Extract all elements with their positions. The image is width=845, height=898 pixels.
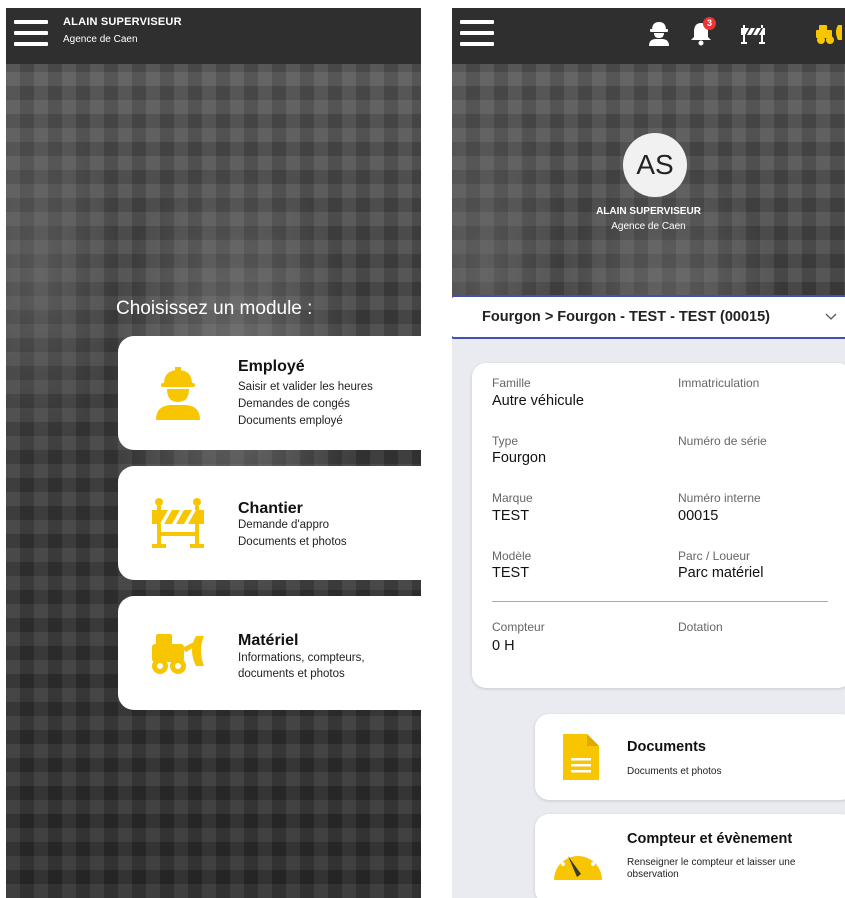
module-chooser-screen: ALAIN SUPERVISEUR Agence de Caen Choisis… xyxy=(6,8,421,898)
menu-icon[interactable] xyxy=(460,20,494,46)
field-label-marque: Marque xyxy=(492,491,533,505)
field-label-modele: Modèle xyxy=(492,549,532,563)
field-label-numero-serie: Numéro de série xyxy=(678,434,767,448)
field-label-parc-loueur: Parc / Loueur xyxy=(678,549,751,563)
action-subtitle: Renseigner le compteur et laisser une ob… xyxy=(627,857,796,880)
vehicle-select[interactable]: Fourgon > Fourgon - TEST - TEST (00015) xyxy=(452,295,845,339)
vehicle-info-card: Famille Autre véhicule Immatriculation T… xyxy=(472,363,845,688)
app-header: ALAIN SUPERVISEUR Agence de Caen xyxy=(6,8,421,64)
vehicle-detail-screen: 3 AS ALAIN SUPERVISEUR Agence de Caen Fo… xyxy=(452,8,845,898)
gauge-icon xyxy=(554,844,602,880)
field-label-numero-interne: Numéro interne xyxy=(678,491,761,505)
barrier-icon[interactable] xyxy=(740,20,766,46)
module-card-chantier[interactable]: Chantier Demande d'appro Documents et ph… xyxy=(118,466,421,580)
module-card-employe[interactable]: Employé Saisir et valider les heures Dem… xyxy=(118,336,421,450)
field-label-famille: Famille xyxy=(492,376,531,390)
field-label-immatriculation: Immatriculation xyxy=(678,376,760,390)
field-value-marque: TEST xyxy=(492,508,530,524)
module-heading: Choisissez un module : xyxy=(116,298,313,319)
module-title: Matériel xyxy=(238,632,299,649)
field-value-modele: TEST xyxy=(492,565,530,581)
module-description-line: Documents employé xyxy=(238,415,343,427)
module-description-line: Saisir et valider les heures xyxy=(238,381,373,393)
user-name: ALAIN SUPERVISEUR xyxy=(63,16,182,28)
notification-badge: 3 xyxy=(703,17,716,30)
loader-icon xyxy=(152,634,204,674)
module-card-materiel[interactable]: Matériel Informations, compteurs, docume… xyxy=(118,596,421,710)
module-title: Chantier xyxy=(238,500,303,517)
module-description-line: Documents et photos xyxy=(238,536,347,548)
user-agency: Agence de Caen xyxy=(63,34,138,45)
action-title: Documents xyxy=(627,739,706,755)
field-label-dotation: Dotation xyxy=(678,620,723,634)
loader-icon[interactable] xyxy=(816,20,842,46)
module-description-line: documents et photos xyxy=(238,668,345,680)
compteur-button[interactable]: Compteur et évènement Renseigner le comp… xyxy=(535,814,845,898)
field-value-compteur: 0 H xyxy=(492,638,515,654)
worker-icon[interactable] xyxy=(646,20,672,46)
document-icon xyxy=(563,734,599,780)
field-value-parc-loueur: Parc matériel xyxy=(678,565,764,581)
field-value-type: Fourgon xyxy=(492,450,547,466)
field-value-numero-interne: 00015 xyxy=(678,508,719,524)
field-value-famille: Autre véhicule xyxy=(492,393,584,409)
module-description-line: Demandes de congés xyxy=(238,398,350,410)
documents-button[interactable]: Documents Documents et photos xyxy=(535,714,845,800)
notifications-button[interactable]: 3 xyxy=(688,17,716,46)
field-label-compteur: Compteur xyxy=(492,620,545,634)
vehicle-select-value: Fourgon > Fourgon - TEST - TEST (00015) xyxy=(482,309,770,325)
chevron-down-icon xyxy=(825,313,837,320)
avatar: AS xyxy=(623,133,687,197)
action-title: Compteur et évènement xyxy=(627,831,793,847)
app-header: 3 xyxy=(452,8,845,64)
worker-icon xyxy=(156,367,200,420)
module-description-line: Informations, compteurs, xyxy=(238,652,365,664)
field-label-type: Type xyxy=(492,434,519,448)
module-description-line: Demande d'appro xyxy=(238,519,330,531)
profile-agency: Agence de Caen xyxy=(611,221,686,232)
module-title: Employé xyxy=(238,358,305,375)
barrier-icon xyxy=(152,498,204,548)
profile-name: ALAIN SUPERVISEUR xyxy=(596,206,701,217)
background-photo xyxy=(6,8,421,898)
menu-icon[interactable] xyxy=(14,20,48,46)
action-subtitle: Documents et photos xyxy=(627,766,722,777)
divider xyxy=(492,601,828,602)
